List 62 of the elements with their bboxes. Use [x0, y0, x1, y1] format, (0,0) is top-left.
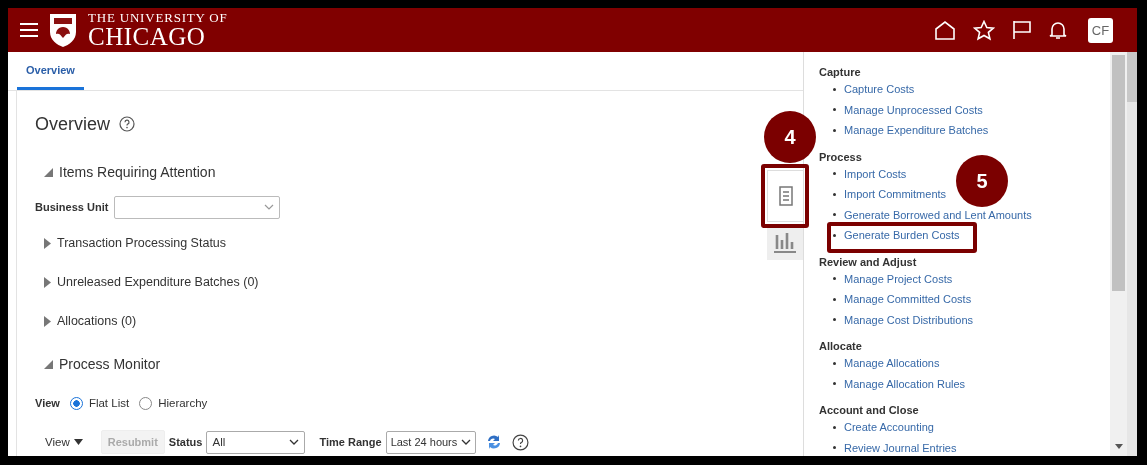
document-icon [778, 186, 793, 206]
section-heading: Unreleased Expenditure Batches (0) [57, 275, 259, 289]
field-label: Business Unit [35, 201, 109, 213]
task-link[interactable]: Manage Project Costs [844, 272, 953, 285]
shield-icon [48, 12, 78, 48]
field-label: Time Range [319, 436, 382, 448]
section-heading: Items Requiring Attention [59, 164, 216, 180]
collapse-icon[interactable] [44, 167, 53, 177]
page-title: Overview [35, 113, 110, 135]
group-heading: Process [819, 149, 863, 164]
group-heading: Account and Close [819, 403, 920, 417]
task-link[interactable]: Capture Costs [844, 83, 915, 96]
bar-chart-icon [774, 231, 796, 253]
menu-icon[interactable] [20, 23, 38, 37]
task-link[interactable]: Review Journal Entries [844, 441, 957, 454]
section-heading: Allocations (0) [57, 314, 137, 328]
star-icon[interactable] [973, 19, 995, 41]
caret-down-icon [73, 439, 83, 445]
task-link[interactable]: Manage Committed Costs [844, 293, 972, 306]
tab[interactable]: Overview [17, 52, 84, 90]
highlight-frame [761, 164, 809, 228]
section-heading: Process Monitor [59, 356, 161, 372]
field-label: View [35, 397, 60, 409]
refresh-icon[interactable] [485, 434, 502, 450]
notifications-icon[interactable] [1049, 20, 1067, 40]
user-avatar[interactable]: CF [1088, 17, 1113, 43]
time-range-dropdown[interactable]: Last 24 hours [385, 430, 476, 454]
section-heading: Transaction Processing Status [57, 236, 227, 250]
expand-icon[interactable] [44, 237, 51, 249]
view-menu[interactable]: View [45, 436, 83, 448]
chevron-down-icon [460, 439, 471, 445]
chevron-down-icon [264, 204, 275, 210]
group-heading: Capture [819, 65, 862, 79]
task-link[interactable]: Manage Allocation Rules [844, 377, 966, 390]
task-link[interactable]: Import Commitments [844, 188, 947, 201]
scrollbar[interactable] [1110, 52, 1127, 456]
chevron-down-icon [289, 439, 300, 445]
status-dropdown[interactable]: All [206, 430, 306, 454]
field-label: Status [168, 436, 203, 448]
radio-button[interactable]: Hierarchy [139, 396, 208, 410]
collapse-icon[interactable] [44, 359, 53, 369]
task-link[interactable]: Manage Allocations [844, 357, 940, 370]
task-link[interactable]: Create Accounting [844, 421, 934, 434]
logo-text: THE UNIVERSITY OF [88, 11, 228, 24]
scroll-down-icon[interactable] [1115, 444, 1123, 449]
group-heading: Allocate [819, 339, 863, 353]
help-icon[interactable] [119, 116, 135, 132]
group-heading: Review and Adjust [819, 254, 918, 269]
expand-icon[interactable] [44, 276, 51, 288]
home-icon[interactable] [934, 20, 956, 40]
task-link[interactable]: Manage Cost Distributions [844, 313, 973, 326]
flag-icon[interactable] [1012, 20, 1032, 40]
task-link[interactable]: Import Costs [844, 167, 907, 180]
task-link[interactable]: Generate Borrowed and Lent Amounts [844, 208, 1032, 221]
scrollbar[interactable] [1127, 52, 1137, 456]
help-icon[interactable] [511, 433, 529, 451]
logo-text: CHICAGO [88, 24, 207, 49]
task-link[interactable]: Generate Burden Costs [844, 229, 960, 242]
radio-button[interactable]: Flat List [69, 396, 130, 410]
expand-icon[interactable] [44, 315, 51, 327]
task-link[interactable]: Manage Expenditure Batches [844, 124, 989, 137]
task-link[interactable]: Manage Unprocessed Costs [844, 103, 983, 116]
